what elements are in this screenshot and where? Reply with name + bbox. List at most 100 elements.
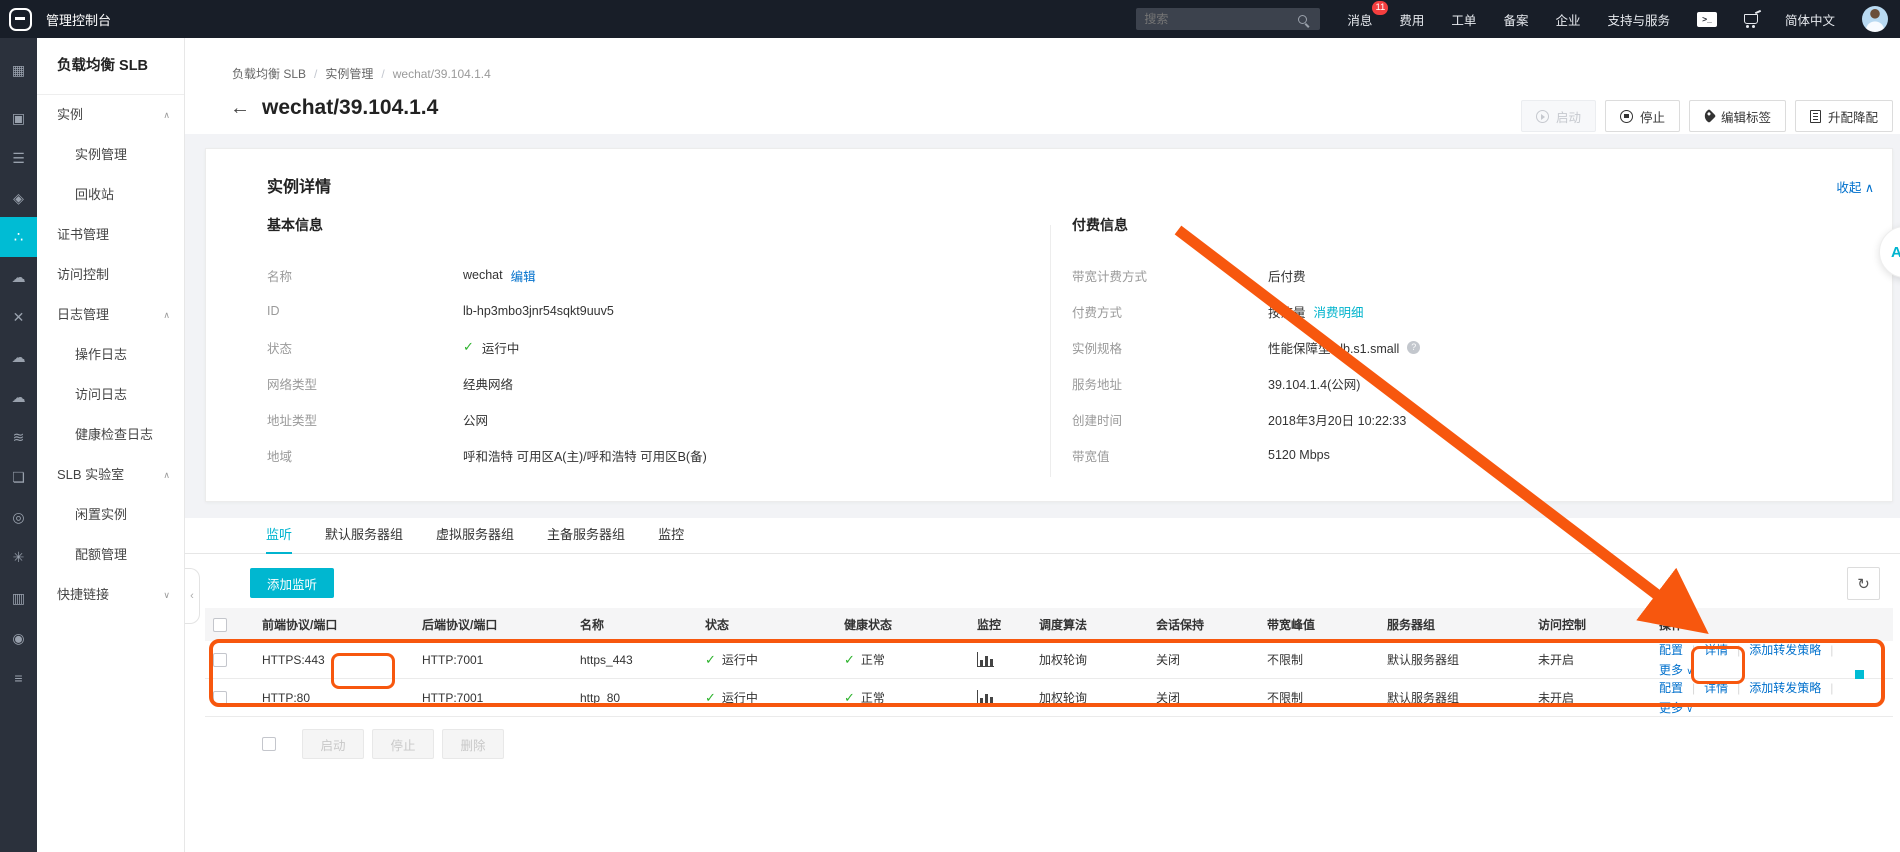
- sidebar-item[interactable]: 回收站: [37, 175, 184, 215]
- page-action-button[interactable]: 启动: [1520, 100, 1596, 132]
- select-all-checkbox[interactable]: [213, 617, 227, 632]
- page-action-button[interactable]: 升配降配: [1794, 100, 1893, 132]
- tab[interactable]: 监听: [266, 520, 293, 554]
- detail-row: 地域 呼和浩特 可用区A(主)/呼和浩特 可用区B(备): [267, 449, 707, 464]
- help-icon[interactable]: ?: [1407, 340, 1421, 354]
- search-icon[interactable]: [1298, 14, 1308, 24]
- topbar-menu-item[interactable]: 备案: [1503, 10, 1528, 29]
- search-input[interactable]: [1144, 12, 1295, 26]
- monitor-chart-icon[interactable]: [977, 652, 994, 667]
- sidebar-item[interactable]: 实例管理: [37, 135, 184, 175]
- detail-row: 网络类型 经典网络: [267, 377, 514, 392]
- status-check-icon: ✓: [705, 651, 716, 667]
- aliyun-logo-icon[interactable]: [9, 7, 32, 31]
- sidebar-collapse-handle[interactable]: ‹: [185, 568, 200, 624]
- topbar-menu-item[interactable]: 企业: [1555, 10, 1580, 29]
- scheduling-algorithm: 加权轮询: [1039, 691, 1088, 705]
- tab[interactable]: 虚拟服务器组: [436, 520, 514, 554]
- row-checkbox[interactable]: [213, 690, 227, 705]
- button-icon: [1619, 109, 1633, 123]
- breadcrumb-item[interactable]: 负载均衡 SLB: [232, 67, 306, 81]
- sidebar-item[interactable]: 操作日志: [37, 335, 184, 375]
- sidebar-item[interactable]: 证书管理: [37, 215, 184, 255]
- breadcrumb-item[interactable]: 实例管理: [325, 67, 373, 81]
- collapse-card-link[interactable]: 收起 ∧: [1836, 177, 1874, 196]
- add-forward-rule-link[interactable]: 添加转发策略: [1749, 679, 1821, 696]
- footer-batch-button[interactable]: 启动: [302, 729, 364, 759]
- sidebar-item[interactable]: 日志管理 ∧: [37, 295, 184, 335]
- tab[interactable]: 主备服务器组: [547, 520, 625, 554]
- configure-link[interactable]: 配置: [1659, 641, 1683, 658]
- detail-row: 实例规格 性能保障型 slb.s1.small ?: [1072, 329, 1421, 365]
- sidebar-title: 负载均衡 SLB: [37, 38, 184, 95]
- listener-name: http_80: [580, 690, 621, 705]
- cdn-cloud-icon[interactable]: ☁: [0, 257, 37, 297]
- billing-link[interactable]: 消费明细: [1314, 302, 1364, 321]
- tab[interactable]: 默认服务器组: [325, 520, 403, 554]
- cloud-icon[interactable]: ☁: [0, 377, 37, 417]
- monitor-chart-icon[interactable]: [977, 690, 994, 705]
- server-group: 默认服务器组: [1387, 653, 1460, 667]
- stack-layers-icon[interactable]: ≋: [0, 417, 37, 457]
- security-shield-icon[interactable]: ◈: [0, 178, 37, 218]
- status-check-icon: ✓: [705, 689, 716, 705]
- tab[interactable]: 监控: [658, 520, 684, 554]
- cloudshell-icon[interactable]: >_: [1696, 11, 1717, 27]
- edit-link[interactable]: 编辑: [511, 266, 536, 285]
- footer-batch-button[interactable]: 删除: [442, 729, 504, 759]
- bar-chart-icon[interactable]: ▥: [0, 578, 37, 618]
- health-check-icon: ✓: [844, 689, 855, 705]
- bandwidth-peak: 不限制: [1267, 653, 1304, 667]
- monitor-target-icon[interactable]: ◎: [0, 497, 37, 537]
- topbar-search[interactable]: [1136, 8, 1321, 30]
- cart-icon[interactable]: [1743, 14, 1758, 28]
- sidebar-item[interactable]: 访问控制: [37, 255, 184, 295]
- back-arrow-icon[interactable]: ←: [230, 97, 250, 120]
- more-link[interactable]: 更多 ∨: [1659, 699, 1693, 716]
- instance-list-icon[interactable]: ☰: [0, 138, 37, 178]
- apps-grid-icon[interactable]: ▦: [0, 50, 37, 90]
- topbar-menu-item[interactable]: 工单: [1451, 10, 1476, 29]
- detail-row: 地址类型 公网: [267, 413, 489, 428]
- slb-icon[interactable]: ∴: [0, 217, 37, 257]
- add-listener-button[interactable]: 添加监听: [250, 568, 334, 598]
- sidebar-item[interactable]: SLB 实验室 ∧: [37, 455, 184, 495]
- page-action-button[interactable]: 停止: [1604, 100, 1680, 132]
- footer-batch-button[interactable]: 停止: [372, 729, 434, 759]
- add-forward-rule-link[interactable]: 添加转发策略: [1749, 641, 1821, 658]
- topbar-menu-item[interactable]: 支持与服务: [1607, 10, 1670, 29]
- status-text: 运行中: [721, 653, 758, 667]
- detail-link[interactable]: 详情: [1704, 641, 1728, 658]
- detail-link[interactable]: 详情: [1704, 679, 1728, 696]
- column-divider: [1050, 225, 1051, 477]
- floating-widget[interactable]: [1855, 670, 1864, 679]
- star-network-icon[interactable]: ✳: [0, 537, 37, 577]
- configure-link[interactable]: 配置: [1659, 679, 1683, 696]
- topbar-menu-item[interactable]: 消息 11: [1347, 0, 1389, 29]
- cross-network-icon[interactable]: ✕: [0, 297, 37, 337]
- sidebar-item[interactable]: 闲置实例: [37, 495, 184, 535]
- multi-cloud-icon[interactable]: ☁: [0, 337, 37, 377]
- frame-icon[interactable]: ❏: [0, 457, 37, 497]
- detail-row: 服务地址 39.104.1.4(公网): [1072, 377, 1361, 392]
- footer-checkbox[interactable]: [262, 737, 276, 751]
- sidebar-item[interactable]: 配额管理: [37, 535, 184, 575]
- more-link[interactable]: 更多 ∨: [1659, 661, 1693, 678]
- server-group-icon[interactable]: ▣: [0, 98, 37, 138]
- language-switcher[interactable]: 简体中文: [1785, 10, 1835, 29]
- product-icon-rail: ▦ ▣ ☰ ◈ ∴ ☁ ✕ ☁ ☁ ≋ ❏ ◎ ✳ ▥ ◉ ≡: [0, 38, 37, 852]
- avatar[interactable]: [1862, 6, 1888, 32]
- sidebar-item[interactable]: 访问日志: [37, 375, 184, 415]
- refresh-button[interactable]: ↻: [1847, 567, 1880, 600]
- topbar-menu-item[interactable]: 费用: [1399, 10, 1424, 29]
- sidebar-item[interactable]: 健康检查日志: [37, 415, 184, 455]
- eye-icon[interactable]: ◉: [0, 618, 37, 658]
- session-persistence: 关闭: [1156, 653, 1181, 667]
- sidebar-item[interactable]: 快捷链接 ∨: [37, 575, 184, 615]
- console-title[interactable]: 管理控制台: [46, 10, 111, 29]
- table-row: HTTPS:443 HTTP:7001 https_443 ✓ 运行中 ✓ 正常 加…: [205, 641, 1893, 679]
- layers-icon[interactable]: ≡: [0, 658, 37, 698]
- row-checkbox[interactable]: [213, 652, 227, 667]
- page-action-button[interactable]: 编辑标签: [1688, 100, 1786, 132]
- sidebar-item[interactable]: 实例 ∧: [37, 95, 184, 135]
